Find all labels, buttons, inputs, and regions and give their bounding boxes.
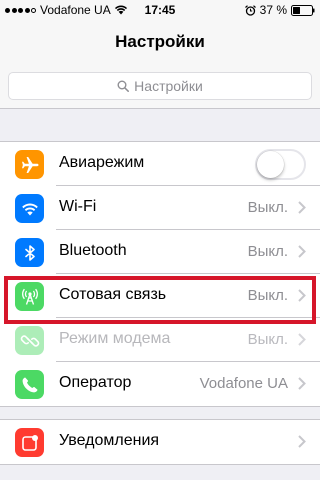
airplane-icon [15, 150, 44, 179]
wifi-label: Wi-Fi [59, 198, 97, 215]
status-right: 37 % [244, 3, 315, 17]
chevron-right-icon [298, 201, 306, 214]
operator-value: Vodafone UA [199, 375, 288, 392]
chevron-right-icon [298, 377, 306, 390]
personal-hotspot-value: Выкл. [247, 331, 288, 348]
alarm-icon [244, 4, 256, 16]
bluetooth-label: Bluetooth [59, 242, 127, 259]
wifi-row[interactable]: Wi-Fi Выкл. [0, 186, 320, 230]
cellular-row[interactable]: Сотовая связь Выкл. [0, 274, 320, 318]
hotspot-chain-icon [15, 326, 44, 355]
wifi-value: Выкл. [247, 199, 288, 216]
cellular-antenna-icon [15, 282, 44, 311]
bluetooth-row[interactable]: Bluetooth Выкл. [0, 230, 320, 274]
notifications-icon [15, 428, 44, 457]
airplane-mode-row[interactable]: Авиарежим [0, 142, 320, 186]
battery-percent: 37 % [259, 3, 287, 17]
bluetooth-value: Выкл. [247, 243, 288, 260]
bluetooth-icon [15, 238, 44, 267]
connectivity-group: Авиарежим Wi-Fi Выкл. Bluetooth Выкл. Со… [0, 141, 320, 407]
cellular-label: Сотовая связь [59, 286, 167, 303]
search-icon [117, 80, 130, 92]
personal-hotspot-row[interactable]: Режим модема Выкл. [0, 318, 320, 362]
navigation-bar: Настройки [0, 20, 320, 64]
chevron-right-icon [298, 289, 306, 302]
status-bar: Vodafone UA 17:45 37 % [0, 0, 320, 20]
search-placeholder: Настройки [134, 78, 203, 94]
notifications-row[interactable]: Уведомления [0, 420, 320, 464]
airplane-mode-toggle[interactable] [255, 149, 306, 180]
personal-hotspot-label: Режим модема [59, 330, 171, 347]
operator-row[interactable]: Оператор Vodafone UA [0, 362, 320, 406]
chevron-right-icon [298, 435, 306, 448]
wifi-icon [15, 194, 44, 223]
airplane-mode-label: Авиарежим [59, 154, 145, 171]
page-title: Настройки [115, 32, 205, 51]
chevron-right-icon [298, 333, 306, 346]
chevron-right-icon [298, 245, 306, 258]
notifications-group: Уведомления [0, 419, 320, 465]
toggle-knob [257, 151, 284, 178]
search-input[interactable]: Настройки [8, 72, 312, 100]
battery-icon [291, 4, 315, 16]
operator-label: Оператор [59, 374, 132, 391]
notifications-label: Уведомления [59, 432, 160, 449]
search-area: Настройки [0, 64, 320, 109]
phone-icon [15, 370, 44, 399]
settings-screen: Vodafone UA 17:45 37 % Настройки Настрой… [0, 0, 320, 480]
cellular-value: Выкл. [247, 287, 288, 304]
